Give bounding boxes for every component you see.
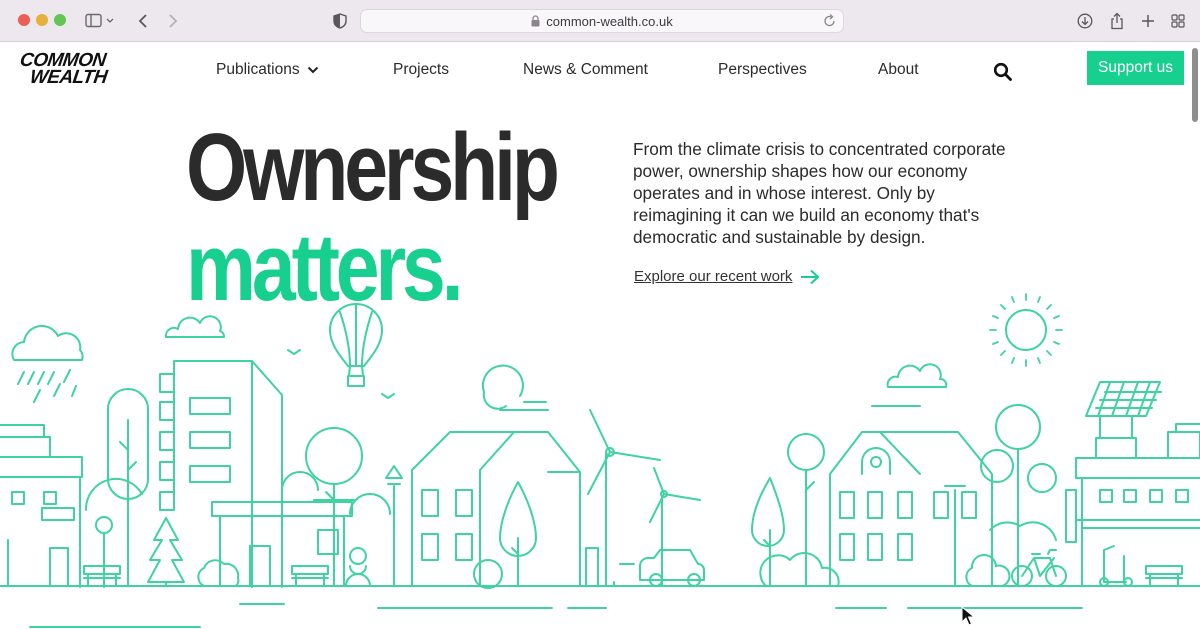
- common-wealth-logo[interactable]: COMMON WEALTH: [19, 50, 120, 92]
- tab-overview-button[interactable]: [1169, 9, 1187, 33]
- plus-icon: [1142, 15, 1154, 27]
- nav-publications[interactable]: Publications: [216, 61, 319, 79]
- explore-link-label: Explore our recent work: [634, 268, 793, 285]
- privacy-report-button[interactable]: [331, 9, 349, 33]
- chevron-down-icon: [307, 66, 318, 74]
- tab-grid-icon: [1171, 14, 1185, 28]
- share-icon: [1111, 12, 1123, 30]
- share-button[interactable]: [1108, 9, 1126, 33]
- back-arrow-icon: [138, 14, 147, 28]
- forward-arrow-icon: [169, 14, 178, 28]
- nav-perspectives[interactable]: Perspectives: [718, 61, 807, 79]
- mouse-cursor-icon: [961, 606, 975, 626]
- lock-icon: [531, 15, 540, 27]
- hero-heading: Ownership matters.: [186, 114, 560, 318]
- hero-description: From the climate crisis to concentrated …: [633, 139, 1006, 247]
- minimize-window-button[interactable]: [36, 14, 48, 26]
- nav-projects[interactable]: Projects: [393, 61, 449, 79]
- city-illustration: [0, 293, 1200, 628]
- sidebar-icon: [85, 13, 114, 28]
- browser-toolbar: common-wealth.co.uk: [0, 0, 1200, 42]
- arrow-right-icon: [801, 269, 820, 284]
- new-tab-button[interactable]: [1139, 9, 1157, 33]
- nav-publications-label: Publications: [216, 61, 300, 78]
- forward-button[interactable]: [164, 9, 182, 33]
- support-us-button[interactable]: Support us: [1087, 51, 1184, 85]
- url-text: common-wealth.co.uk: [546, 13, 673, 29]
- hero-heading-line1: Ownership: [186, 114, 560, 221]
- download-icon: [1077, 13, 1093, 29]
- search-button[interactable]: [993, 62, 1013, 82]
- reload-icon[interactable]: [823, 13, 837, 29]
- site-header: COMMON WEALTH Publications Projects News…: [0, 43, 1200, 97]
- page-scrollbar[interactable]: [1192, 48, 1198, 122]
- nav-news-comment[interactable]: News & Comment: [523, 61, 648, 79]
- close-window-button[interactable]: [18, 14, 30, 26]
- explore-recent-work-link[interactable]: Explore our recent work: [634, 268, 820, 285]
- sidebar-toggle-button[interactable]: [84, 9, 116, 33]
- downloads-button[interactable]: [1076, 9, 1094, 33]
- address-bar[interactable]: common-wealth.co.uk: [360, 9, 844, 33]
- zoom-window-button[interactable]: [54, 14, 66, 26]
- search-icon: [993, 62, 1012, 81]
- back-button[interactable]: [134, 9, 152, 33]
- nav-about[interactable]: About: [878, 61, 919, 79]
- shield-icon: [333, 13, 347, 29]
